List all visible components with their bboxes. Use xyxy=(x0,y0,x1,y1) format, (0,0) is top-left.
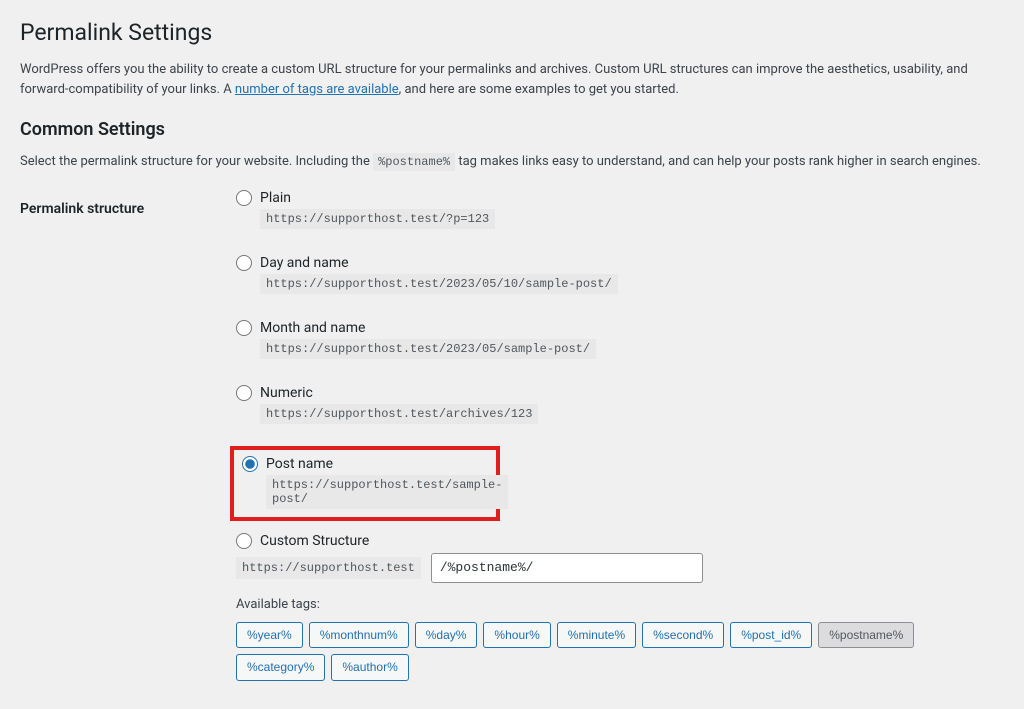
option-numeric-label: Numeric xyxy=(260,385,313,401)
radio-custom[interactable] xyxy=(236,533,252,549)
option-month-name[interactable]: Month and name xyxy=(236,320,998,336)
highlight-post-name: Post name https://supporthost.test/sampl… xyxy=(230,446,500,521)
example-day-name: https://supporthost.test/2023/05/10/samp… xyxy=(260,274,618,294)
example-numeric: https://supporthost.test/archives/123 xyxy=(260,404,538,424)
option-day-name-label: Day and name xyxy=(260,255,349,271)
help-before: Select the permalink structure for your … xyxy=(20,154,373,169)
tags-available-link[interactable]: number of tags are available xyxy=(235,82,399,97)
custom-structure-input[interactable] xyxy=(431,553,703,583)
postname-tag-inline: %postname% xyxy=(373,153,455,171)
option-plain-label: Plain xyxy=(260,190,291,206)
tag-author[interactable]: %author% xyxy=(331,654,408,681)
option-custom-label: Custom Structure xyxy=(260,533,369,549)
intro-after: , and here are some examples to get you … xyxy=(399,82,679,97)
tags-row: %year% %monthnum% %day% %hour% %minute% … xyxy=(236,622,998,682)
option-custom[interactable]: Custom Structure xyxy=(236,533,998,549)
example-post-name: https://supporthost.test/sample-post/ xyxy=(266,475,508,509)
example-plain: https://supporthost.test/?p=123 xyxy=(260,209,495,229)
tag-monthnum[interactable]: %monthnum% xyxy=(309,622,409,649)
option-plain[interactable]: Plain xyxy=(236,190,998,206)
tag-postname[interactable]: %postname% xyxy=(818,622,914,649)
radio-post-name[interactable] xyxy=(242,456,258,472)
radio-day-name[interactable] xyxy=(236,255,252,271)
page-title: Permalink Settings xyxy=(20,10,1004,50)
tag-category[interactable]: %category% xyxy=(236,654,325,681)
tag-second[interactable]: %second% xyxy=(642,622,724,649)
tag-day[interactable]: %day% xyxy=(415,622,478,649)
common-settings-heading: Common Settings xyxy=(20,119,1004,140)
option-numeric[interactable]: Numeric xyxy=(236,385,998,401)
radio-numeric[interactable] xyxy=(236,385,252,401)
option-month-name-label: Month and name xyxy=(260,320,365,336)
option-post-name-label: Post name xyxy=(266,456,333,472)
intro-text: WordPress offers you the ability to crea… xyxy=(20,60,1004,99)
option-day-name[interactable]: Day and name xyxy=(236,255,998,271)
option-post-name[interactable]: Post name xyxy=(242,456,488,472)
tag-year[interactable]: %year% xyxy=(236,622,303,649)
tag-post-id[interactable]: %post_id% xyxy=(730,622,812,649)
help-after: tag makes links easy to understand, and … xyxy=(455,154,981,169)
common-help-text: Select the permalink structure for your … xyxy=(20,152,1004,172)
radio-month-name[interactable] xyxy=(236,320,252,336)
permalink-structure-label: Permalink structure xyxy=(20,186,220,690)
tag-hour[interactable]: %hour% xyxy=(483,622,550,649)
radio-plain[interactable] xyxy=(236,190,252,206)
example-month-name: https://supporthost.test/2023/05/sample-… xyxy=(260,339,596,359)
available-tags-label: Available tags: xyxy=(236,597,998,612)
tag-minute[interactable]: %minute% xyxy=(557,622,636,649)
